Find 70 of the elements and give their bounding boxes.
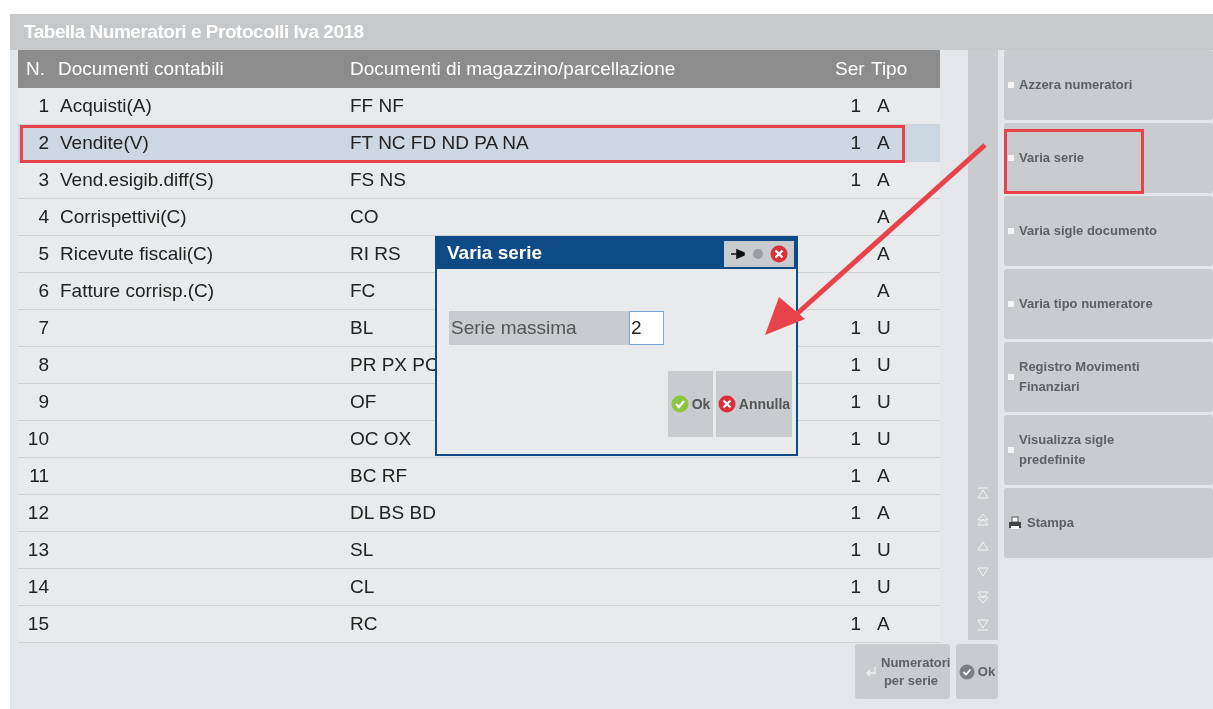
table-cell: 1 bbox=[850, 538, 861, 560]
table-cell: 1 bbox=[850, 168, 861, 190]
table-cell: 1 bbox=[850, 501, 861, 523]
table-cell: 10 bbox=[27, 427, 49, 449]
table-cell: 1 bbox=[850, 427, 861, 449]
table-cell: Acquisti(A) bbox=[60, 94, 152, 116]
field-label: Serie massima bbox=[449, 311, 629, 345]
table-cell: BC RF bbox=[350, 464, 407, 486]
table-cell: 9 bbox=[38, 390, 49, 412]
table-cell: 6 bbox=[38, 279, 49, 301]
table-cell: 1 bbox=[850, 316, 861, 338]
table-cell: A bbox=[877, 612, 890, 634]
table-cell: A bbox=[877, 501, 890, 523]
table-cell: 3 bbox=[38, 168, 49, 190]
table-cell: U bbox=[877, 353, 891, 375]
table-cell: 4 bbox=[38, 205, 49, 227]
table-cell: BL bbox=[350, 316, 374, 338]
table-cell: FT NC FD ND PA NA bbox=[350, 131, 529, 153]
table-cell: 1 bbox=[850, 131, 861, 153]
table-cell: A bbox=[877, 205, 890, 227]
table-cell: A bbox=[877, 242, 890, 264]
table-cell: RC bbox=[350, 612, 378, 634]
table-cell: A bbox=[877, 168, 890, 190]
table-cell: 1 bbox=[850, 464, 861, 486]
table-cell: 12 bbox=[27, 501, 49, 523]
column-header: Documenti di magazzino/parcellazione bbox=[349, 56, 677, 81]
table-cell: 1 bbox=[38, 94, 49, 116]
window-title: Tabella Numeratori e Protocolli Iva 2018 bbox=[24, 19, 364, 44]
table-cell: 14 bbox=[27, 575, 49, 597]
column-header: Ser bbox=[834, 56, 865, 81]
table-cell: CO bbox=[350, 205, 379, 227]
table-cell: 2 bbox=[38, 131, 49, 153]
table-cell: 13 bbox=[27, 538, 49, 560]
table-cell: U bbox=[877, 575, 891, 597]
table-cell: A bbox=[877, 464, 890, 486]
table-cell: 15 bbox=[27, 612, 49, 634]
table-cell: Vendite(V) bbox=[60, 131, 149, 153]
table-cell: U bbox=[877, 538, 891, 560]
table-cell: Corrispettivi(C) bbox=[60, 205, 187, 227]
table-cell: U bbox=[877, 390, 891, 412]
table-cell: OF bbox=[350, 390, 377, 412]
table-cell: RI RS bbox=[350, 242, 401, 264]
table-cell: SL bbox=[350, 538, 374, 560]
table-cell: 1 bbox=[850, 575, 861, 597]
table-cell: DL BS BD bbox=[350, 501, 436, 523]
dialog-title: Varia serie bbox=[447, 241, 543, 266]
table-cell: 5 bbox=[38, 242, 49, 264]
table-cell: A bbox=[877, 131, 890, 153]
table-cell: FF NF bbox=[350, 94, 404, 116]
table-cell: 8 bbox=[38, 353, 49, 375]
table-cell: 1 bbox=[850, 94, 861, 116]
table-cell: 7 bbox=[38, 316, 49, 338]
table-cell: U bbox=[877, 427, 891, 449]
table-cell: FS NS bbox=[350, 168, 406, 190]
table-cell: OC OX bbox=[350, 427, 412, 449]
table-cell: Vend.esigib.diff(S) bbox=[60, 168, 214, 190]
table-cell: Fatture corrisp.(C) bbox=[60, 279, 215, 301]
column-header: N. bbox=[25, 56, 46, 81]
table-cell: Ricevute fiscali(C) bbox=[60, 242, 214, 264]
table-cell: 11 bbox=[29, 464, 49, 486]
table-cell: CL bbox=[350, 575, 375, 597]
table-cell: FC bbox=[350, 279, 376, 301]
table-cell: A bbox=[877, 279, 890, 301]
table-cell: 1 bbox=[850, 390, 861, 412]
column-header: Documenti contabili bbox=[57, 56, 225, 81]
table-cell: A bbox=[877, 94, 890, 116]
table-cell: 1 bbox=[850, 353, 861, 375]
table-cell: U bbox=[877, 316, 891, 338]
table-cell: 1 bbox=[850, 612, 861, 634]
column-header: Tipo bbox=[870, 56, 908, 81]
